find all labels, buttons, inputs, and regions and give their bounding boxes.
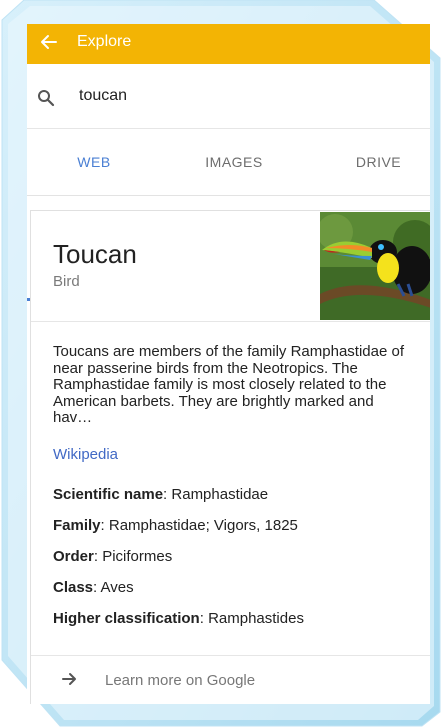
entity-description: Toucans are members of the family Rampha… [53,344,404,426]
learn-more-link[interactable]: Learn more on Google [31,657,430,704]
result-tabs: WEB IMAGES DRIVE [27,129,430,301]
fact-order: Order: Piciformes [53,548,173,565]
entity-title: Toucan [53,239,137,269]
wikipedia-link[interactable]: Wikipedia [53,446,118,463]
tab-drive[interactable]: DRIVE [327,129,430,195]
explore-title: Explore [77,33,132,50]
learn-more-label: Learn more on Google [105,672,256,689]
search-icon [38,90,55,107]
fact-higher-classification: Higher classification: Ramphastides [53,610,304,627]
search-bar[interactable]: toucan [27,64,430,129]
back-arrow-icon[interactable] [39,32,59,52]
explore-header: Explore [27,24,430,64]
search-query[interactable]: toucan [79,87,127,105]
entity-type: Bird [53,273,80,290]
toucan-image[interactable] [320,212,430,320]
tab-web[interactable]: WEB [27,129,161,195]
fact-scientific-name: Scientific name: Ramphastidae [53,486,269,503]
card-divider [31,321,430,322]
explore-panel: Explore toucan WEB IMAGES DRIVE Toucan B… [27,24,430,704]
knowledge-card: Toucan Bird Toucans are members of the f… [30,210,430,704]
arrow-right-icon [62,673,76,685]
fact-family: Family: Ramphastidae; Vigors, 1825 [53,517,298,534]
tab-images[interactable]: IMAGES [161,129,307,195]
footer-divider [31,655,430,656]
fact-class: Class: Aves [53,579,134,596]
